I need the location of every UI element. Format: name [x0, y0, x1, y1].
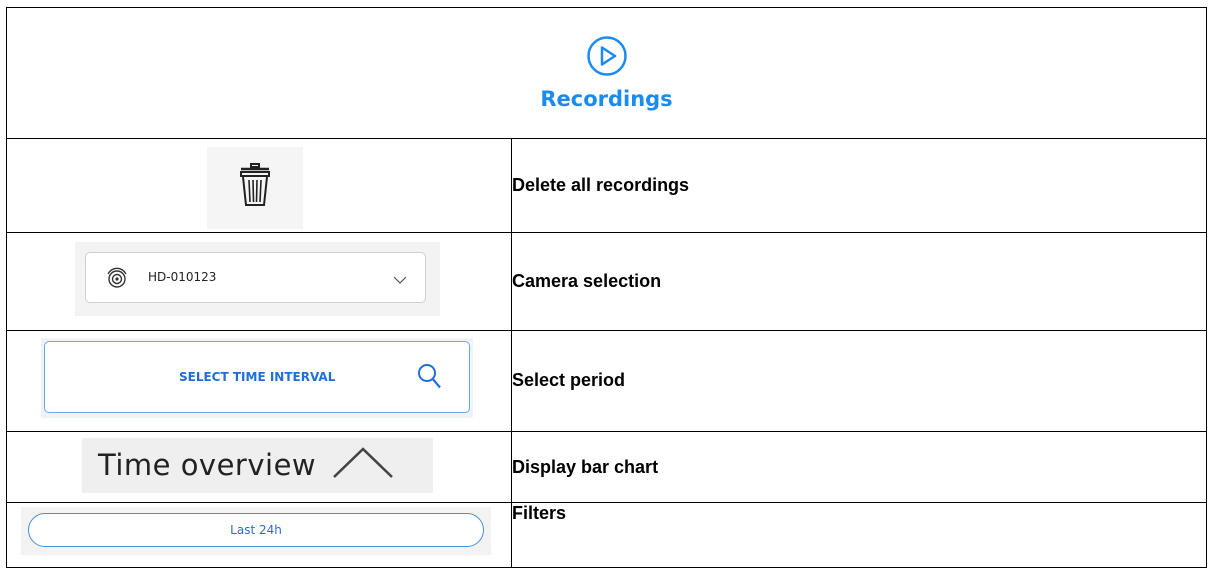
table-row: SELECT TIME INTERVAL Select period [6, 330, 1208, 432]
recordings-legend-table: Recordings Delete all recordings HD-0101… [5, 7, 1208, 568]
screenshot-cell [6, 137, 512, 234]
row-description: Select period [510, 330, 1208, 432]
row-description: Display bar chart [510, 430, 1208, 504]
table-row: Delete all recordings [6, 137, 1208, 234]
page-title: Recordings [540, 86, 673, 111]
header-row: Recordings [5, 7, 1208, 139]
camera-selection-screenshot: HD-010123 [75, 242, 440, 317]
row-description: Camera selection [510, 232, 1208, 331]
filter-label: Last 24h [230, 523, 282, 538]
delete-all-button[interactable] [207, 146, 303, 229]
screenshot-cell: HD-010123 [6, 232, 512, 331]
table-row: Last 24h Filters [6, 502, 1208, 568]
search-icon [417, 363, 441, 394]
table-row: Time overview Display bar chart [6, 430, 1208, 504]
screenshot-cell: Time overview [6, 430, 512, 504]
row-description: Filters [510, 502, 1208, 568]
camera-name: HD-010123 [148, 270, 217, 285]
camera-select[interactable]: HD-010123 [85, 252, 426, 304]
screenshot-cell: Last 24h [6, 502, 512, 568]
select-time-interval-label: SELECT TIME INTERVAL [179, 370, 336, 384]
camera-icon [106, 266, 128, 293]
time-overview-label: Time overview [98, 448, 317, 483]
select-time-interval-button[interactable]: SELECT TIME INTERVAL [44, 341, 470, 413]
play-circle-icon[interactable] [586, 35, 628, 77]
screenshot-cell: SELECT TIME INTERVAL [6, 330, 512, 432]
time-interval-screenshot: SELECT TIME INTERVAL [41, 338, 473, 418]
header-cell: Recordings [5, 7, 1208, 139]
filters-screenshot: Last 24h [21, 507, 491, 556]
trash-icon [240, 163, 270, 212]
time-overview-toggle[interactable]: Time overview [82, 437, 433, 493]
row-description: Delete all recordings [510, 137, 1208, 234]
chevron-up-icon [332, 446, 394, 485]
table-row: HD-010123 Camera selection [6, 232, 1208, 331]
chevron-down-icon [393, 272, 407, 290]
filter-last-24h-button[interactable]: Last 24h [28, 513, 484, 548]
